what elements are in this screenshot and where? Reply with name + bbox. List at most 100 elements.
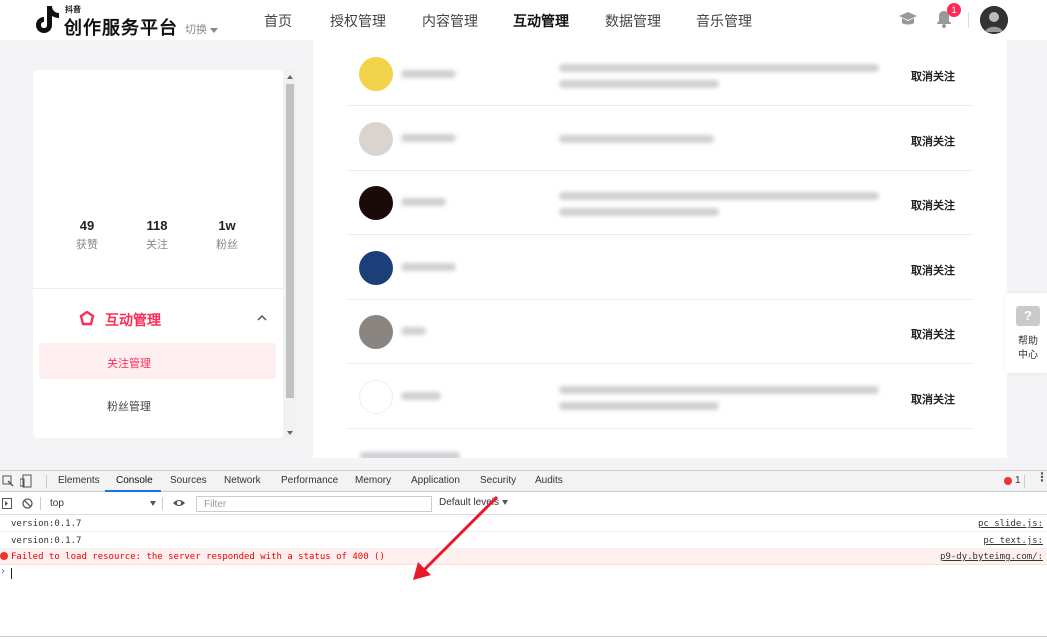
unfollow-button[interactable]: 取消关注 bbox=[911, 262, 955, 278]
filter-input[interactable]: Filter bbox=[196, 496, 432, 512]
unfollow-button[interactable]: 取消关注 bbox=[911, 391, 955, 407]
more-options-icon[interactable]: ⋮ bbox=[1036, 471, 1047, 483]
graduation-cap-icon[interactable] bbox=[898, 10, 918, 28]
tab-sources[interactable]: Sources bbox=[170, 475, 207, 486]
blurred-bio bbox=[559, 402, 719, 410]
sidebar-panel: 49 获赞 118 关注 1w 粉丝 互动管理 关注管理 粉丝管理 bbox=[33, 70, 283, 438]
context-selector[interactable]: top bbox=[50, 498, 64, 509]
log-levels-dropdown[interactable]: Default levels bbox=[439, 497, 508, 508]
user-avatar[interactable] bbox=[359, 186, 393, 220]
nav-home[interactable]: 首页 bbox=[264, 11, 292, 31]
menu-item-follow-management[interactable]: 关注管理 bbox=[107, 355, 151, 371]
help-center-button[interactable]: ? 帮助 中心 bbox=[1005, 293, 1047, 373]
tab-divider bbox=[46, 475, 47, 488]
console-log-row: version:0.1.7 pc_text.js: bbox=[0, 533, 1047, 549]
unfollow-button[interactable]: 取消关注 bbox=[911, 68, 955, 84]
toolbar-divider bbox=[162, 497, 163, 510]
scroll-up-arrow-icon[interactable] bbox=[287, 75, 293, 79]
blurred-username bbox=[401, 70, 456, 78]
tab-divider bbox=[1024, 475, 1025, 488]
sidebar-toggle-icon[interactable] bbox=[2, 498, 12, 509]
stat-fans-value: 1w bbox=[218, 218, 236, 233]
stat-fans[interactable]: 1w 粉丝 bbox=[197, 218, 257, 252]
console-error-row: Failed to load resource: the server resp… bbox=[0, 549, 1047, 565]
blurred-username bbox=[360, 452, 460, 458]
user-avatar[interactable] bbox=[359, 122, 393, 156]
tab-elements[interactable]: Elements bbox=[58, 475, 100, 486]
user-avatar[interactable] bbox=[980, 6, 1008, 34]
log-levels-label: Default levels bbox=[439, 497, 500, 508]
eye-icon[interactable] bbox=[172, 498, 186, 508]
stat-likes: 49 获赞 bbox=[57, 218, 117, 252]
stat-likes-value: 49 bbox=[79, 218, 95, 233]
devtools-tab-bar: Elements Console Sources Network Perform… bbox=[0, 471, 1047, 492]
user-avatar[interactable] bbox=[359, 380, 393, 414]
list-item-partial bbox=[346, 448, 974, 458]
inspect-element-icon[interactable] bbox=[2, 475, 14, 487]
blurred-bio bbox=[559, 135, 714, 143]
error-count[interactable]: 1 bbox=[1015, 475, 1021, 486]
tab-network[interactable]: Network bbox=[224, 475, 261, 486]
unfollow-button[interactable]: 取消关注 bbox=[911, 133, 955, 149]
blurred-username bbox=[401, 327, 426, 335]
tab-memory[interactable]: Memory bbox=[355, 475, 391, 486]
question-icon: ? bbox=[1016, 306, 1040, 326]
blurred-bio bbox=[559, 80, 719, 88]
list-item: 取消关注 bbox=[346, 236, 974, 300]
scroll-down-arrow-icon[interactable] bbox=[287, 431, 293, 435]
nav-content[interactable]: 内容管理 bbox=[422, 11, 478, 31]
blurred-username bbox=[401, 263, 456, 271]
tab-application[interactable]: Application bbox=[411, 475, 460, 486]
nav-authorization[interactable]: 授权管理 bbox=[330, 11, 386, 31]
unfollow-button[interactable]: 取消关注 bbox=[911, 326, 955, 342]
log-source-link[interactable]: p9-dy.byteimg.com/: bbox=[940, 552, 1043, 562]
active-tab-indicator bbox=[105, 490, 161, 492]
blurred-username bbox=[401, 392, 441, 400]
nav-music[interactable]: 音乐管理 bbox=[696, 11, 752, 31]
menu-item-fans-management[interactable]: 粉丝管理 bbox=[107, 398, 151, 414]
caret-down-icon bbox=[210, 27, 218, 33]
header-divider bbox=[968, 12, 969, 28]
log-source-link[interactable]: pc_text.js: bbox=[983, 536, 1043, 546]
tab-audits[interactable]: Audits bbox=[535, 475, 563, 486]
log-message: version:0.1.7 bbox=[11, 519, 82, 529]
caret-down-icon[interactable] bbox=[150, 501, 156, 506]
stat-likes-label: 获赞 bbox=[76, 239, 98, 251]
stat-following[interactable]: 118 关注 bbox=[127, 218, 187, 252]
help-center-label: 帮助 中心 bbox=[1018, 336, 1038, 361]
list-item: 取消关注 bbox=[346, 171, 974, 235]
switch-label: 切换 bbox=[185, 24, 207, 36]
top-header: 抖音 创作服务平台 切换 首页 授权管理 内容管理 互动管理 数据管理 音乐管理… bbox=[0, 0, 1047, 40]
scrollbar-thumb[interactable] bbox=[286, 84, 294, 398]
platform-title[interactable]: 创作服务平台 bbox=[64, 14, 178, 40]
list-item: 取消关注 bbox=[346, 107, 974, 171]
log-message: version:0.1.7 bbox=[11, 536, 82, 546]
douyin-logo-icon[interactable] bbox=[34, 4, 60, 34]
error-icon bbox=[0, 552, 8, 560]
list-item: 取消关注 bbox=[346, 365, 974, 429]
chevron-up-icon[interactable] bbox=[257, 314, 267, 322]
tab-performance[interactable]: Performance bbox=[281, 475, 338, 486]
blurred-bio bbox=[559, 192, 879, 200]
device-toolbar-icon[interactable] bbox=[20, 474, 32, 488]
nav-data[interactable]: 数据管理 bbox=[605, 11, 661, 31]
clear-console-icon[interactable] bbox=[22, 498, 33, 509]
stat-following-label: 关注 bbox=[146, 239, 168, 251]
devtools-panel: Elements Console Sources Network Perform… bbox=[0, 470, 1047, 640]
log-source-link[interactable]: pc_slide.js: bbox=[978, 519, 1043, 529]
switch-dropdown[interactable]: 切换 bbox=[185, 21, 218, 37]
user-avatar[interactable] bbox=[359, 57, 393, 91]
avatar-image-icon bbox=[980, 6, 1008, 34]
user-avatar[interactable] bbox=[359, 251, 393, 285]
console-log-row: version:0.1.7 pc_slide.js: bbox=[0, 516, 1047, 532]
console-input[interactable] bbox=[11, 568, 12, 579]
menu-selected-bg bbox=[39, 343, 276, 379]
nav-interaction[interactable]: 互动管理 bbox=[513, 11, 569, 31]
blurred-bio bbox=[559, 64, 879, 72]
menu-group-interaction[interactable]: 互动管理 bbox=[105, 310, 161, 330]
user-avatar[interactable] bbox=[359, 315, 393, 349]
list-item: 取消关注 bbox=[346, 42, 974, 106]
unfollow-button[interactable]: 取消关注 bbox=[911, 197, 955, 213]
tab-security[interactable]: Security bbox=[480, 475, 516, 486]
tab-console[interactable]: Console bbox=[116, 475, 153, 486]
